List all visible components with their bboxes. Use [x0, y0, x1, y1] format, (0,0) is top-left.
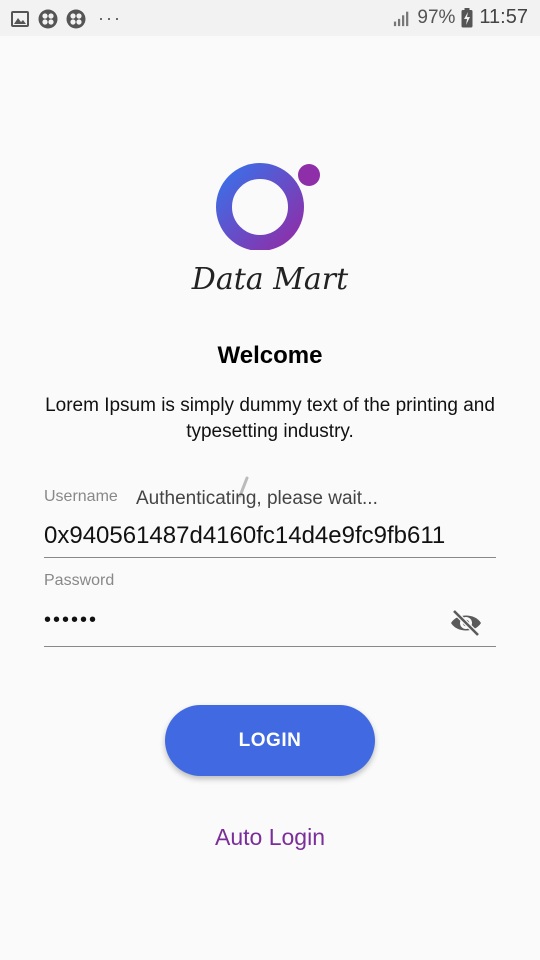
- password-underline: [44, 646, 496, 647]
- password-input[interactable]: ••••••: [44, 609, 98, 632]
- toggle-password-visibility-icon[interactable]: [448, 607, 484, 639]
- password-label: Password: [44, 572, 115, 589]
- gallery-notification-icon: [11, 10, 29, 27]
- battery-percent: 97%: [417, 6, 456, 28]
- battery-charging-icon: [461, 7, 473, 27]
- brand-name: Data Mart: [191, 262, 349, 297]
- app-notification-icon-2: [66, 9, 86, 28]
- welcome-description: Lorem Ipsum is simply dummy text of the …: [45, 395, 495, 442]
- login-button[interactable]: LOGIN: [165, 705, 375, 776]
- clock: 11:57: [479, 6, 528, 28]
- progress-message: Authenticating, please wait...: [136, 488, 378, 509]
- username-label: Username: [44, 488, 118, 505]
- page-title: Welcome: [217, 342, 323, 369]
- app-notification-icon: [38, 9, 58, 28]
- data-mart-logo-icon: [216, 163, 320, 250]
- signal-icon: [394, 11, 409, 26]
- username-input[interactable]: 0x940561487d4160fc14d4e9fc9fb611: [44, 522, 500, 550]
- more-notifications-icon: ···: [98, 8, 122, 28]
- status-bar: ··· 97% 11:57: [0, 0, 540, 36]
- username-underline: [44, 557, 496, 558]
- auto-login-link[interactable]: Auto Login: [0, 824, 540, 851]
